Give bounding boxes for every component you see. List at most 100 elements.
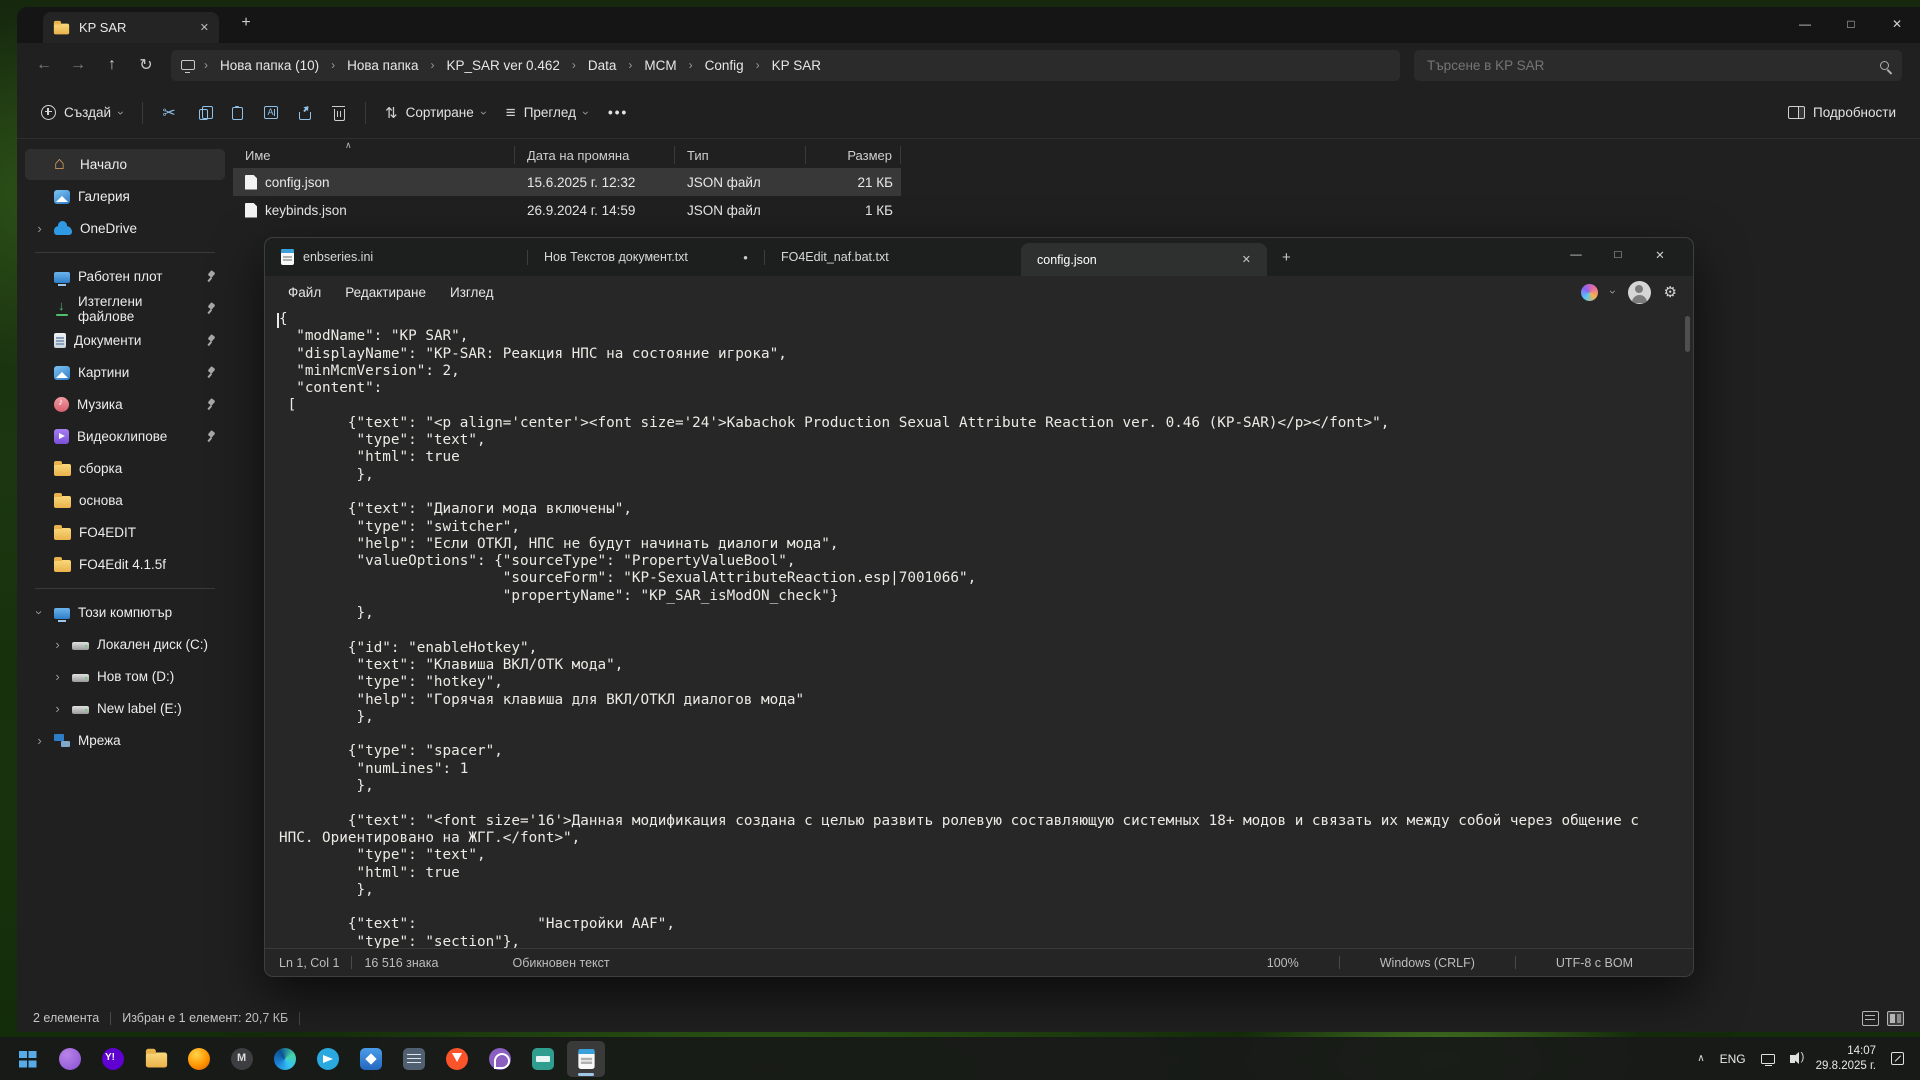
large-icons-view-toggle-icon[interactable] (1887, 1011, 1904, 1026)
sort-button[interactable]: ⇅ Сортиране › (375, 96, 496, 130)
paste-icon[interactable] (220, 96, 254, 130)
breadcrumb-item[interactable]: KP SAR (765, 58, 828, 73)
sidebar-item-drive-e[interactable]: › New label (E:) (43, 693, 225, 724)
explorer-tab[interactable]: KP SAR ✕ (43, 12, 219, 43)
sidebar-item-folder-fo4edit415f[interactable]: FO4Edit 4.1.5f (25, 549, 225, 580)
delete-icon[interactable] (322, 96, 356, 130)
sidebar-item-network[interactable]: › Мрежа (25, 725, 225, 756)
column-header-name[interactable]: Име (233, 146, 515, 164)
sidebar-item-videos[interactable]: Видеоклипове (25, 421, 225, 452)
maximize-button[interactable]: □ (1597, 240, 1639, 270)
taskbar-documents-app[interactable] (395, 1041, 433, 1077)
breadcrumb-item[interactable]: Config (698, 58, 751, 73)
copy-icon[interactable] (186, 96, 220, 130)
refresh-icon[interactable]: ↻ (129, 55, 163, 75)
editor-text[interactable]: { "modName": "KP SAR", "displayName": "K… (265, 308, 1693, 948)
sidebar-item-gallery[interactable]: Галерия (25, 181, 225, 212)
view-button[interactable]: ≡ Преглед › (496, 96, 598, 130)
column-header-modified[interactable]: Дата на промяна (515, 146, 675, 164)
file-row[interactable]: keybinds.json 26.9.2024 г. 14:59 JSON фа… (233, 196, 901, 224)
taskbar-firefox[interactable] (180, 1041, 218, 1077)
new-tab-button[interactable]: + (233, 14, 259, 32)
expand-chevron-icon[interactable]: › (33, 733, 46, 748)
taskbar-edge[interactable] (266, 1041, 304, 1077)
sidebar-item-documents[interactable]: Документи (25, 325, 225, 356)
encoding[interactable]: UTF-8 с BOM (1556, 956, 1633, 970)
sidebar-item-drive-c[interactable]: › Локален диск (C:) (43, 629, 225, 660)
collapse-chevron-icon[interactable]: › (32, 606, 47, 619)
taskbar-file-explorer[interactable] (137, 1041, 175, 1077)
network-tray-icon[interactable] (1761, 1054, 1775, 1064)
menu-file[interactable]: Файл (277, 281, 332, 304)
language-indicator[interactable]: ENG (1720, 1052, 1746, 1066)
menu-view[interactable]: Изглед (439, 281, 505, 304)
minimize-button[interactable]: — (1782, 7, 1828, 41)
close-button[interactable]: ✕ (1639, 240, 1681, 270)
sidebar-item-onedrive[interactable]: › OneDrive (25, 213, 225, 244)
new-button[interactable]: Създай › (31, 96, 133, 130)
hidden-icons-chevron[interactable]: ∧ (1697, 1053, 1704, 1064)
column-header-type[interactable]: Тип (675, 146, 806, 164)
scrollbar-thumb[interactable] (1685, 316, 1690, 352)
sidebar-item-folder-osnova[interactable]: основа (25, 485, 225, 516)
volume-icon[interactable] (1790, 1055, 1795, 1063)
expand-chevron-icon[interactable]: › (51, 637, 64, 652)
breadcrumb-item[interactable]: Нова папка (10) (213, 58, 326, 73)
column-header-size[interactable]: Размер (806, 146, 901, 164)
sidebar-item-desktop[interactable]: Работен плот (25, 261, 225, 292)
start-button[interactable] (8, 1041, 46, 1077)
tab-close-icon[interactable]: ✕ (200, 21, 209, 34)
taskbar-wallet[interactable] (524, 1041, 562, 1077)
maximize-button[interactable]: □ (1828, 7, 1874, 41)
breadcrumb-item[interactable]: KP_SAR ver 0.462 (440, 58, 567, 73)
close-button[interactable]: ✕ (1874, 7, 1920, 41)
tab-close-icon[interactable]: ✕ (1242, 253, 1251, 266)
minimize-button[interactable]: — (1555, 240, 1597, 270)
sidebar-item-this-pc[interactable]: › Този компютър (25, 597, 225, 628)
taskbar-photos[interactable] (352, 1041, 390, 1077)
sidebar-item-folder-sborka[interactable]: сборка (25, 453, 225, 484)
taskbar-app-yahoo[interactable] (94, 1041, 132, 1077)
line-ending[interactable]: Windows (CRLF) (1380, 956, 1475, 970)
taskbar-mod-organizer[interactable] (223, 1041, 261, 1077)
copilot-icon[interactable] (1581, 284, 1598, 301)
search-input[interactable] (1425, 57, 1880, 74)
rename-icon[interactable] (254, 96, 288, 130)
breadcrumb-item[interactable]: Нова папка (340, 58, 425, 73)
file-row[interactable]: config.json 15.6.2025 г. 12:32 JSON файл… (233, 168, 901, 196)
breadcrumb-item[interactable]: Data (581, 58, 624, 73)
expand-chevron-icon[interactable]: › (51, 669, 64, 684)
share-icon[interactable] (288, 96, 322, 130)
clock[interactable]: 14:07 29.8.2025 г. (1816, 1044, 1876, 1074)
more-button[interactable]: ••• (598, 96, 638, 130)
details-view-toggle-icon[interactable] (1862, 1011, 1879, 1026)
sidebar-item-music[interactable]: Музика (25, 389, 225, 420)
cut-icon[interactable]: ✂ (152, 96, 186, 130)
sidebar-item-drive-d[interactable]: › Нов том (D:) (43, 661, 225, 692)
account-avatar[interactable] (1628, 281, 1651, 304)
back-icon[interactable]: ← (27, 56, 61, 74)
notepad-tab-fo4edit-naf[interactable]: FO4Edit_naf.bat.txt (765, 238, 1021, 276)
text-editor[interactable]: { "modName": "KP SAR", "displayName": "K… (265, 308, 1693, 948)
taskbar-brave[interactable] (438, 1041, 476, 1077)
gear-icon[interactable]: ⚙ (1664, 283, 1677, 301)
taskbar-viber[interactable] (481, 1041, 519, 1077)
details-pane-button[interactable]: Подробности (1778, 96, 1906, 130)
sidebar-item-pictures[interactable]: Картини (25, 357, 225, 388)
menu-edit[interactable]: Редактиране (334, 281, 437, 304)
forward-icon[interactable]: → (61, 56, 95, 74)
pen-notification-icon[interactable] (1891, 1052, 1904, 1065)
up-icon[interactable]: ↑ (95, 56, 129, 74)
zoom-level[interactable]: 100% (1267, 956, 1299, 970)
taskbar-app-purple[interactable] (51, 1041, 89, 1077)
sidebar-item-downloads[interactable]: Изтеглени файлове (25, 293, 225, 324)
notepad-tab-new-document[interactable]: Нов Текстов документ.txt ● (528, 238, 764, 276)
sidebar-item-folder-fo4edit[interactable]: FO4EDIT (25, 517, 225, 548)
notepad-tab-enbseries[interactable]: enbseries.ini (265, 238, 527, 276)
expand-chevron-icon[interactable]: › (33, 221, 46, 236)
breadcrumb-item[interactable]: MCM (637, 58, 683, 73)
search-box[interactable] (1414, 50, 1902, 81)
taskbar-notepad[interactable] (567, 1041, 605, 1077)
new-tab-button[interactable]: + (1267, 249, 1306, 266)
sidebar-item-home[interactable]: Начало (25, 149, 225, 180)
